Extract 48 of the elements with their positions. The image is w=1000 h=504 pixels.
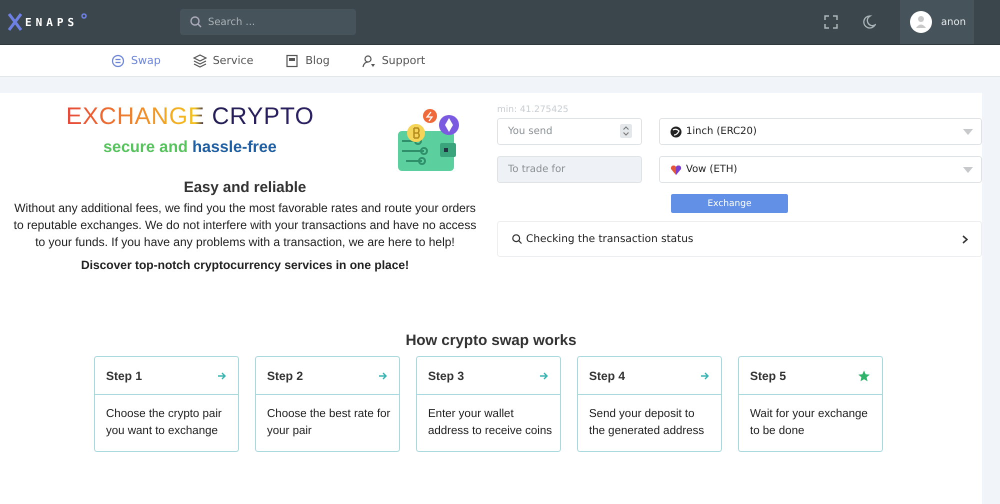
arrow-right-icon xyxy=(701,372,709,380)
tagline: secure and hassle-free xyxy=(103,139,277,157)
step-title: Step 2 xyxy=(267,368,304,382)
step-title: Step 5 xyxy=(750,368,786,382)
nav-tab[interactable]: Blog xyxy=(285,54,330,68)
dot-icon xyxy=(81,13,88,19)
status-check-row[interactable]: Checking the transaction status xyxy=(497,221,982,257)
logo-text: ENAPS xyxy=(25,16,78,28)
coin-logo-icon xyxy=(670,126,682,138)
amount-field[interactable]: To trade for xyxy=(497,156,642,183)
amount-field[interactable]: You send xyxy=(497,118,642,145)
dropdown-caret-icon xyxy=(963,166,973,172)
blog-icon xyxy=(285,54,300,68)
swap-icon xyxy=(111,54,125,68)
user-menu[interactable]: anon xyxy=(900,0,974,44)
search-icon xyxy=(512,234,522,244)
nav-tab[interactable]: Service xyxy=(192,54,254,68)
nav-tab[interactable]: Support xyxy=(362,54,426,68)
spinner-icon xyxy=(620,124,632,138)
step-text: Choose the crypto pair you want to exchange xyxy=(105,407,223,439)
heart-icon xyxy=(670,164,682,176)
star-icon xyxy=(858,370,870,382)
arrow-right-icon xyxy=(218,372,226,380)
currency-select[interactable]: Vow (ETH) xyxy=(659,156,982,183)
avatar-icon xyxy=(910,11,932,33)
moon-icon xyxy=(862,15,876,29)
arrow-right-icon xyxy=(379,372,387,380)
fullscreen-icon xyxy=(824,15,838,29)
promo-text: Discover top-notch cryptocurrency services in one place! xyxy=(80,258,410,272)
step-text: Wait for your exchange to be done xyxy=(749,407,869,439)
section-heading: Easy and reliable xyxy=(184,179,306,196)
layers-icon xyxy=(192,54,207,68)
currency-select[interactable]: 1inch (ERC20) xyxy=(659,118,982,145)
step-text: Enter your wallet address to receive coins xyxy=(427,407,554,439)
support-icon xyxy=(362,54,376,68)
step-text: Choose the best rate for your pair xyxy=(266,407,392,439)
step-text: Send your deposit to the generated address xyxy=(588,407,706,439)
description-text: Without any additional fees, we find you the most favorable rates and route your orders to reputable exchanges. We do not interfere with your transactions and have no access to your funds. If you have any problems with a transaction, we are here to help! xyxy=(12,200,478,251)
step-title: Step 3 xyxy=(428,368,464,382)
arrow-right-icon xyxy=(540,372,548,380)
search-icon xyxy=(190,16,202,28)
step-title: Step 1 xyxy=(106,368,142,382)
logo-mark-icon xyxy=(8,13,22,31)
search-field[interactable]: Search ... xyxy=(180,9,356,35)
chevron-right-icon xyxy=(962,234,968,244)
step-title: Step 4 xyxy=(589,368,626,382)
section-heading: How crypto swap works xyxy=(404,332,578,349)
dropdown-caret-icon xyxy=(963,128,973,134)
